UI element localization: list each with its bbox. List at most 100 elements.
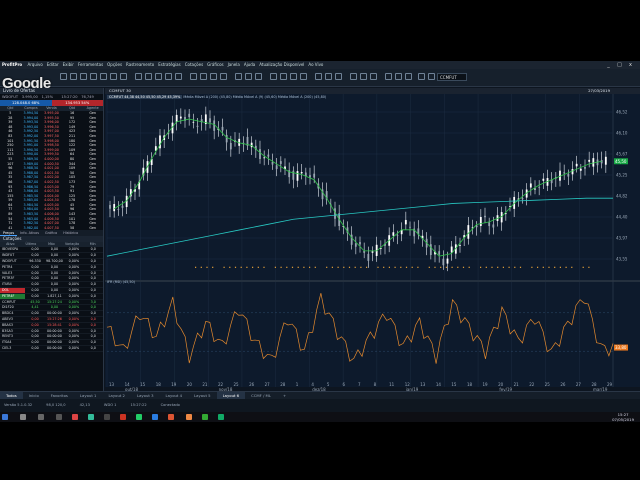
status-field: Conectado (160, 403, 180, 407)
toolbar-tool-icon[interactable] (190, 73, 197, 80)
toolbar-tool-icon[interactable] (210, 73, 217, 80)
maximize-icon[interactable]: □ (616, 61, 623, 69)
watchlist-cell: 0,00% (68, 299, 80, 304)
x-tick-label: 15 (140, 382, 146, 387)
taskbar-app-icon[interactable] (152, 414, 158, 420)
toolbar-tool-icon[interactable] (428, 73, 435, 80)
signal-dot (377, 266, 379, 268)
toolbar-tool-icon[interactable] (270, 73, 277, 80)
candle-body (563, 172, 566, 174)
windows-taskbar: 15:27 07/05/2019 (0, 412, 640, 422)
candle-body (263, 157, 266, 159)
toolbar-tool-icon[interactable] (60, 73, 67, 80)
toolbar-tool-icon[interactable] (165, 73, 172, 80)
menu-item[interactable]: Janela (228, 61, 240, 69)
taskbar-app-icon[interactable] (168, 414, 174, 420)
taskbar-app-icon[interactable] (218, 414, 224, 420)
bottom-tab-bar: Todos Inicio Favoritos Layout 1 Layout 2 Layo… (0, 391, 640, 400)
taskbar-app-icon[interactable] (120, 414, 126, 420)
toolbar-tool-icon[interactable] (90, 73, 97, 80)
toolbar-tool-icon[interactable] (175, 73, 182, 80)
chart-canvas[interactable]: 46,52 46,10 45,67 45,25 44,82 44,40 43,97 43,55… (105, 88, 640, 399)
taskbar-app-icon[interactable] (20, 414, 26, 420)
taskbar-app-icon[interactable] (72, 414, 78, 420)
signal-dot (274, 266, 276, 268)
book-tab[interactable]: Gráfico (42, 230, 60, 236)
candle-body (309, 175, 311, 178)
toolbar-tool-icon[interactable] (110, 73, 117, 80)
candle-body (279, 161, 282, 164)
menu-item[interactable]: Ferramentas (78, 61, 103, 69)
watchlist-cell: 0,0 (90, 345, 96, 350)
taskbar-app-icon[interactable] (202, 414, 208, 420)
x-tick-label: 19 (483, 382, 489, 387)
watchlist-cell: 0,00 (50, 247, 59, 252)
toolbar-tool-icon[interactable] (360, 73, 367, 80)
signal-dot (331, 266, 333, 268)
toolbar-tool-icon[interactable] (300, 73, 307, 80)
taskbar-app-icon[interactable] (2, 414, 8, 420)
menu-item[interactable]: Gráficos (207, 61, 223, 69)
book-tab[interactable]: Histórico (60, 230, 81, 236)
taskbar-app-icon[interactable] (136, 414, 142, 420)
toolbar-tool-icon[interactable] (220, 73, 227, 80)
toolbar-tool-icon[interactable] (385, 73, 392, 80)
toolbar-tool-icon[interactable] (370, 73, 377, 80)
x-tick-label: 18 (156, 382, 162, 387)
toolbar-tool-icon[interactable] (325, 73, 332, 80)
toolbar-tool-icon[interactable] (405, 73, 412, 80)
toolbar-tool-icon[interactable] (315, 73, 322, 80)
candle-body (179, 116, 182, 119)
candle-body (438, 251, 441, 255)
menu-item[interactable]: Ao Vivo (308, 61, 323, 69)
menu-item[interactable]: Exibir (63, 61, 74, 69)
candle-body (479, 216, 482, 227)
signal-dot (286, 266, 288, 268)
close-icon[interactable]: x (627, 61, 634, 69)
taskbar-app-icon[interactable] (38, 414, 44, 420)
toolbar-tool-icon[interactable] (100, 73, 107, 80)
toolbar-tool-icon[interactable] (418, 73, 425, 80)
menu-item[interactable]: Ajuda (244, 61, 255, 69)
menu-item[interactable]: Cotações (185, 61, 203, 69)
toolbar-tool-icon[interactable] (155, 73, 162, 80)
taskbar-app-icon[interactable] (88, 414, 94, 420)
taskbar-app-icon[interactable] (104, 414, 110, 420)
toolbar-tool-icon[interactable] (350, 73, 357, 80)
menu-item[interactable]: Rastreamento (126, 61, 154, 69)
watchlist-cell: 0,00 (31, 322, 39, 327)
toolbar-tool-icon[interactable] (335, 73, 342, 80)
toolbar-tool-icon[interactable] (200, 73, 207, 80)
toolbar-tool-icon[interactable] (235, 73, 242, 80)
toolbar-tool-icon[interactable] (135, 73, 142, 80)
menu-item[interactable]: Atualização Disponível (259, 61, 304, 69)
candle-body (429, 244, 432, 256)
x-tick-label: 21 (202, 382, 208, 387)
taskbar-app-icon[interactable] (186, 414, 192, 420)
toolbar-tool-icon[interactable] (80, 73, 87, 80)
chart-area[interactable]: CCMFUT 30 27/03/2019 46,52 46,10 45,67 45,2… (105, 88, 640, 399)
toolbar-tool-icon[interactable] (70, 73, 77, 80)
watchlist-cell: 0,00% (68, 282, 80, 287)
menu-item[interactable]: Arquivo (27, 61, 42, 69)
watchlist-row[interactable]: CIEL3 0,00 00:00:00 0,00% 0,0 (0, 346, 103, 352)
toolbar-tool-icon[interactable] (255, 73, 262, 80)
toolbar-tool-icon[interactable] (145, 73, 152, 80)
toolbar-tool-icon[interactable] (395, 73, 402, 80)
candle-body (446, 258, 449, 264)
watchlist-symbol: ITUB4 (2, 282, 12, 287)
symbol-input[interactable]: CCMFUT (437, 73, 467, 81)
toolbar-tool-icon[interactable] (120, 73, 127, 80)
toolbar-tool-icon[interactable] (280, 73, 287, 80)
signal-dot (519, 266, 522, 268)
menu-item[interactable]: Editar (47, 61, 59, 69)
signal-dot (565, 266, 567, 268)
toolbar-tool-icon[interactable] (290, 73, 297, 80)
watchlist-cell: 3,0 (90, 299, 96, 304)
watchlist-cell: 0,0 (90, 293, 96, 298)
taskbar-app-icon[interactable] (56, 414, 62, 420)
menu-item[interactable]: Opções (107, 61, 122, 69)
menu-item[interactable]: Estratégias (158, 61, 181, 69)
toolbar-tool-icon[interactable] (245, 73, 252, 80)
minimize-icon[interactable]: _ (605, 61, 612, 69)
